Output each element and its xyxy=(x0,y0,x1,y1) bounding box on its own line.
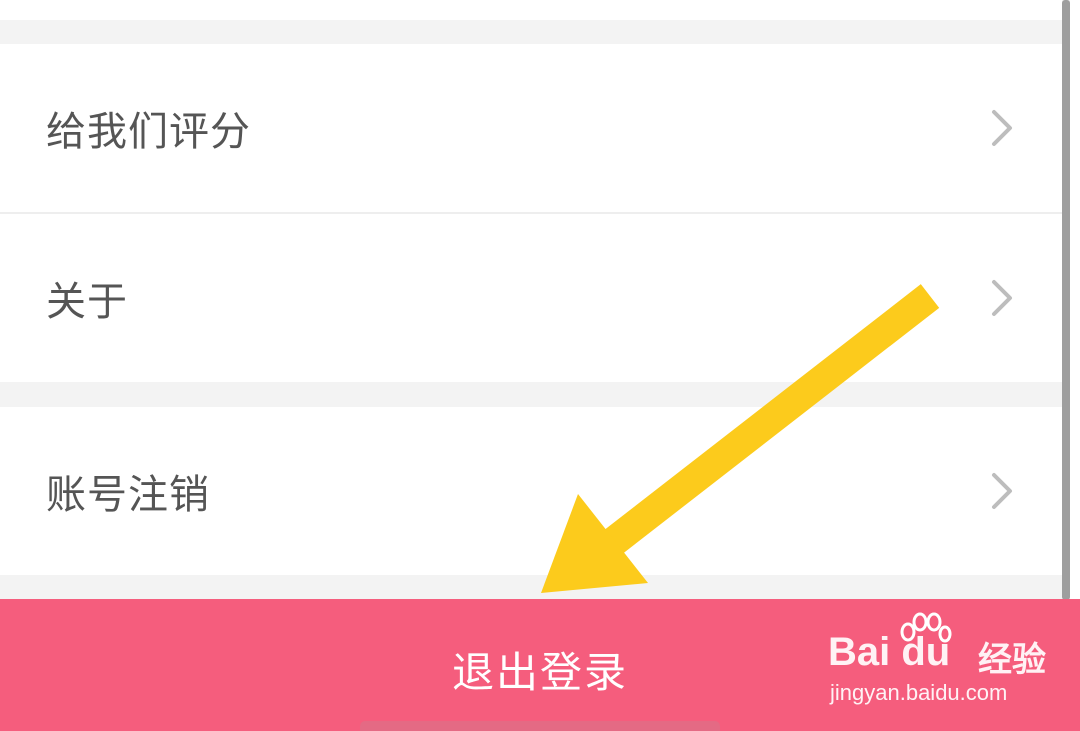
chevron-right-icon xyxy=(992,473,1012,509)
settings-screen: 给我们评分 关于 账号注销 退出登录 Bai du 经验 jingyan.bai… xyxy=(0,0,1080,731)
scrollbar[interactable] xyxy=(1062,0,1070,600)
screen-edge xyxy=(1070,0,1080,600)
chevron-right-icon xyxy=(992,110,1012,146)
settings-item-cancel-account[interactable]: 账号注销 xyxy=(0,407,1062,575)
previous-row[interactable] xyxy=(0,0,1062,20)
chevron-right-icon xyxy=(992,280,1012,316)
logout-button[interactable]: 退出登录 Bai du 经验 jingyan.baidu.com xyxy=(0,599,1080,731)
settings-item-label: 关于 xyxy=(46,279,128,325)
settings-item-rate-us[interactable]: 给我们评分 xyxy=(0,44,1062,212)
watermark-product: 经验 xyxy=(978,640,1046,680)
baidu-jingyan-watermark: Bai du 经验 jingyan.baidu.com xyxy=(828,612,1058,712)
settings-item-about[interactable]: 关于 xyxy=(0,214,1062,382)
watermark-brand: Bai du xyxy=(828,630,951,674)
settings-item-label: 给我们评分 xyxy=(46,109,251,155)
watermark-url: jingyan.baidu.com xyxy=(830,680,1008,705)
settings-item-label: 账号注销 xyxy=(46,472,210,518)
home-indicator xyxy=(360,721,720,731)
